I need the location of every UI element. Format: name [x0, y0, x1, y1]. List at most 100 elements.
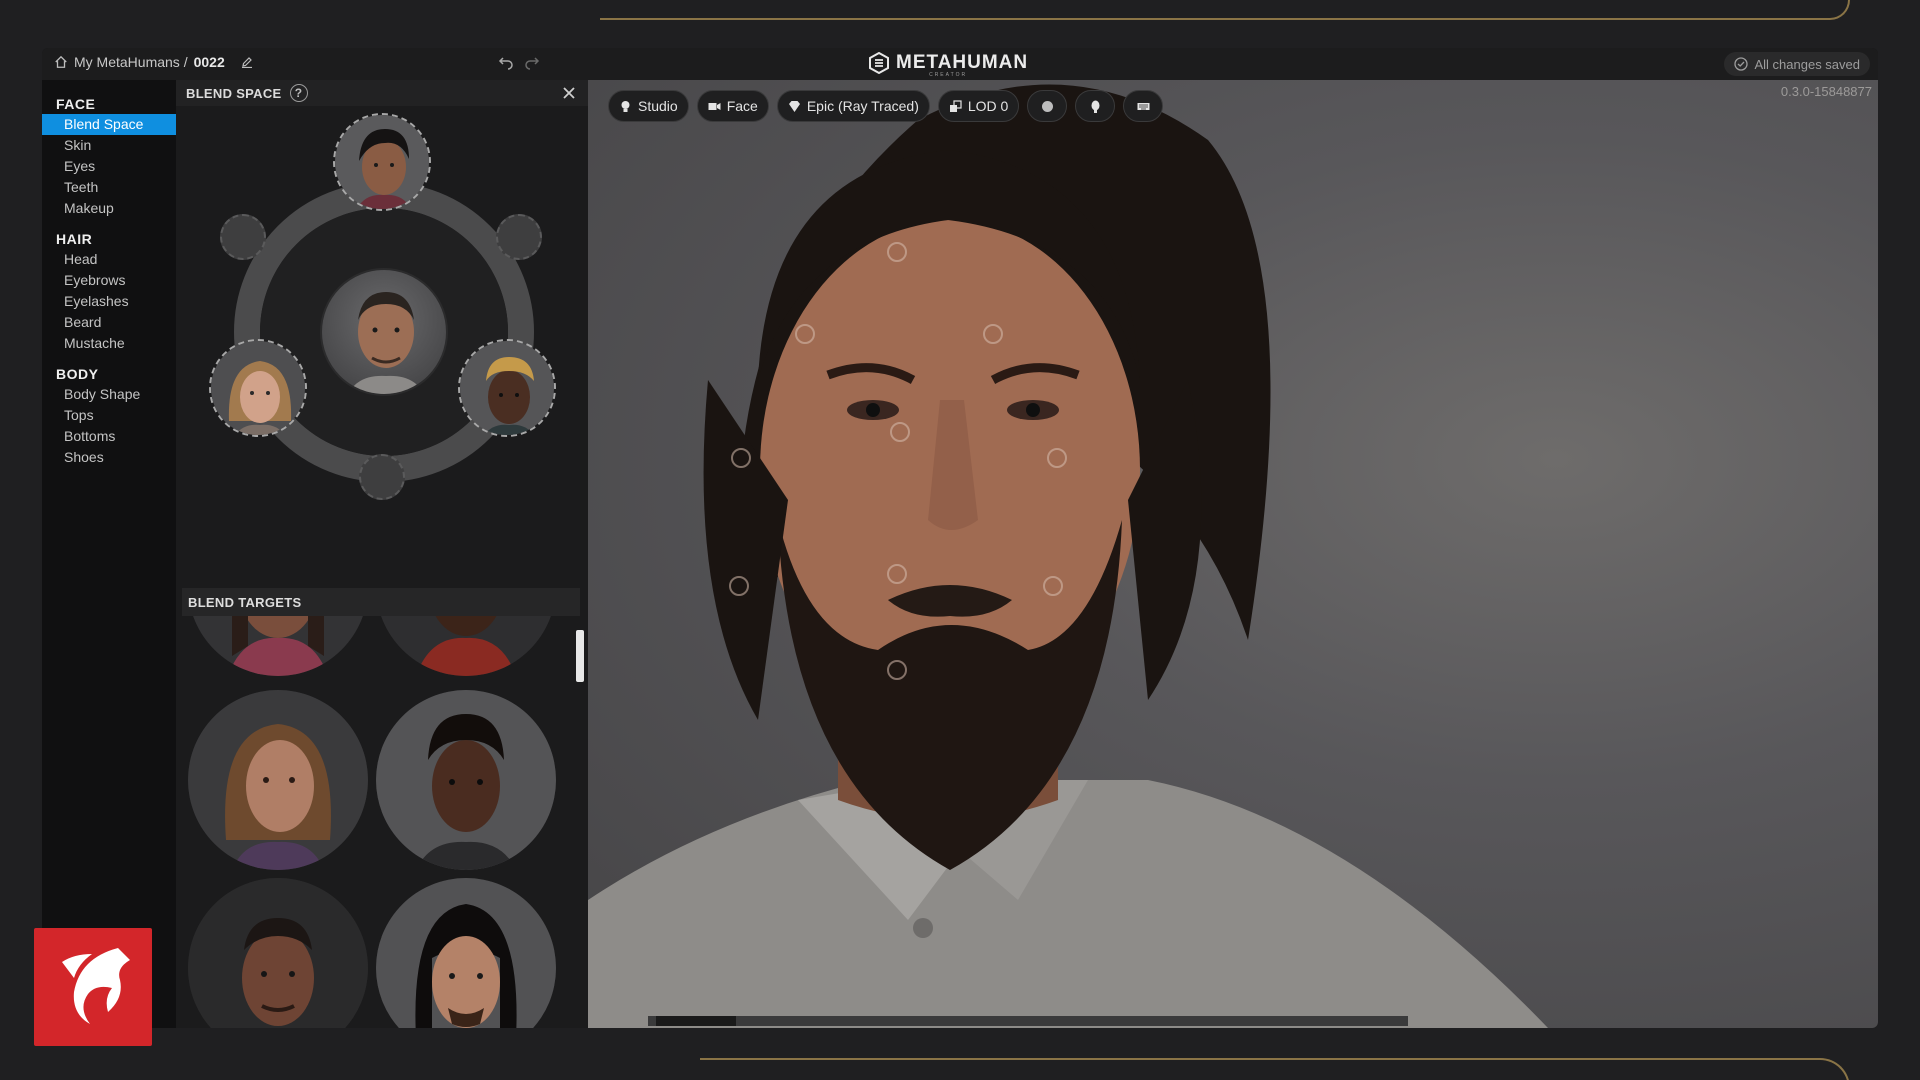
portrait-left-image: [211, 341, 305, 435]
face-control-brow-left[interactable]: [795, 324, 815, 344]
quality-label: Epic (Ray Traced): [806, 98, 919, 114]
sidebar-item-eyes[interactable]: Eyes: [42, 156, 176, 177]
edit-icon[interactable]: [241, 56, 253, 68]
face-control-cheek-right[interactable]: [1047, 448, 1067, 468]
frame-decoration-top: [600, 0, 1850, 20]
face-control-jaw-left[interactable]: [729, 576, 749, 596]
blend-target-thumb-6[interactable]: [376, 878, 556, 1028]
studio-lighting-button[interactable]: Studio: [608, 90, 689, 122]
breadcrumb-root[interactable]: My MetaHumans /: [74, 54, 188, 70]
sidebar-item-eyelashes[interactable]: Eyelashes: [42, 291, 176, 312]
blend-target-thumb-2[interactable]: [376, 616, 556, 676]
targets-scrollbar[interactable]: [576, 616, 584, 1028]
character-viewport[interactable]: Studio Face Epic (Ray Traced) LOD 0 0.3.…: [588, 80, 1878, 1028]
keyboard-button[interactable]: [1123, 90, 1164, 122]
blend-target-thumb-5[interactable]: [188, 878, 368, 1028]
viewport-toolbar: Studio Face Epic (Ray Traced) LOD 0: [608, 90, 1164, 122]
face-control-jaw-right[interactable]: [1043, 576, 1063, 596]
blend-target-thumb-1[interactable]: [188, 616, 368, 676]
head-view-button[interactable]: [1075, 90, 1116, 122]
panel-header: BLEND SPACE ?: [176, 80, 588, 106]
metahuman-logo-icon: [869, 52, 889, 74]
face-control-chin[interactable]: [887, 660, 907, 680]
breadcrumb-current: 0022: [193, 54, 225, 70]
blend-result-portrait: [320, 268, 448, 396]
panel-title: BLEND SPACE: [186, 85, 282, 101]
animation-timeline[interactable]: [648, 1016, 1408, 1026]
character-render: [588, 84, 1548, 1028]
nav-heading-body: BODY: [56, 366, 99, 382]
blend-space-panel: BLEND SPACE ? BLEND TARGETS: [176, 80, 588, 1028]
camera-face-button[interactable]: Face: [696, 90, 769, 122]
sphere-view-button[interactable]: [1027, 90, 1068, 122]
render-quality-button[interactable]: Epic (Ray Traced): [776, 90, 930, 122]
targets-scrollbar-thumb[interactable]: [576, 630, 584, 682]
nav-heading-face: FACE: [56, 96, 96, 112]
sidebar-item-makeup[interactable]: Makeup: [42, 198, 176, 219]
lightbulb-icon: [621, 100, 630, 112]
sidebar-nav: FACE Blend Space Skin Eyes Teeth Makeup …: [42, 80, 176, 1028]
redo-icon[interactable]: [524, 54, 540, 70]
empty-blend-slot-right[interactable]: [496, 214, 542, 260]
thumb-6-image: [376, 878, 556, 1028]
sphere-icon: [1041, 100, 1053, 112]
sidebar-item-tops[interactable]: Tops: [42, 405, 176, 426]
portrait-right-image: [460, 341, 554, 435]
sidebar-item-body-shape[interactable]: Body Shape: [42, 384, 176, 405]
thumb-1-image: [188, 616, 368, 676]
close-panel-button[interactable]: [560, 84, 578, 102]
help-icon[interactable]: ?: [289, 84, 308, 102]
face-control-mouth[interactable]: [887, 564, 907, 584]
thumb-5-image: [188, 878, 368, 1028]
timeline-progress[interactable]: [656, 1016, 736, 1026]
keyboard-icon: [1137, 102, 1150, 110]
sidebar-item-beard[interactable]: Beard: [42, 312, 176, 333]
camera-icon: [708, 102, 721, 110]
check-circle-icon: [1734, 57, 1749, 71]
blend-target-right[interactable]: [458, 339, 556, 437]
studio-label: Studio: [638, 98, 678, 114]
save-status-badge: All changes saved: [1724, 52, 1870, 76]
nav-heading-hair: HAIR: [56, 231, 93, 247]
title-bar: My MetaHumans / 0022 METAHUMAN CREATOR A…: [42, 48, 1878, 80]
blend-space-canvas[interactable]: [176, 106, 588, 588]
blend-target-thumb-3[interactable]: [188, 690, 368, 870]
face-label: Face: [726, 98, 758, 114]
frame-decoration-bottom: [700, 1058, 1850, 1080]
breadcrumb: My MetaHumans / 0022: [54, 54, 253, 70]
blend-target-thumb-4[interactable]: [376, 690, 556, 870]
diamond-icon: [788, 100, 800, 112]
sidebar-item-shoes[interactable]: Shoes: [42, 447, 176, 468]
blend-target-top[interactable]: [333, 113, 431, 211]
sidebar-item-blend-space[interactable]: Blend Space: [42, 114, 176, 135]
sidebar-item-eyebrows[interactable]: Eyebrows: [42, 270, 176, 291]
face-control-brow-right[interactable]: [983, 324, 1003, 344]
undo-icon[interactable]: [498, 54, 514, 70]
undo-redo-group: [498, 54, 540, 70]
logo-subtitle: CREATOR: [929, 72, 968, 78]
home-icon[interactable]: [54, 55, 68, 69]
nav-section-face: FACE Blend Space Skin Eyes Teeth Makeup: [42, 94, 176, 219]
face-control-forehead[interactable]: [887, 242, 907, 262]
sidebar-item-head[interactable]: Head: [42, 249, 176, 270]
head-icon: [1091, 100, 1100, 113]
blend-targets-grid: [176, 616, 576, 1028]
sidebar-item-teeth[interactable]: Teeth: [42, 177, 176, 198]
empty-blend-slot-bottom[interactable]: [359, 454, 405, 500]
thumb-4-image: [376, 690, 556, 870]
thumb-3-image: [188, 690, 368, 870]
lod-button[interactable]: LOD 0: [937, 90, 1020, 122]
face-control-cheek-left[interactable]: [731, 448, 751, 468]
app-logo: METAHUMAN CREATOR: [868, 52, 1028, 78]
save-status-text: All changes saved: [1754, 56, 1860, 72]
blend-target-left[interactable]: [209, 339, 307, 437]
empty-blend-slot-left[interactable]: [220, 214, 266, 260]
sidebar-item-skin[interactable]: Skin: [42, 135, 176, 156]
sidebar-item-mustache[interactable]: Mustache: [42, 333, 176, 354]
nav-section-body: BODY Body Shape Tops Bottoms Shoes: [42, 364, 176, 468]
sidebar-item-bottoms[interactable]: Bottoms: [42, 426, 176, 447]
channel-logo: [34, 928, 152, 1046]
lod-label: LOD 0: [967, 98, 1009, 114]
portrait-top-image: [335, 115, 429, 209]
face-control-nose[interactable]: [890, 422, 910, 442]
